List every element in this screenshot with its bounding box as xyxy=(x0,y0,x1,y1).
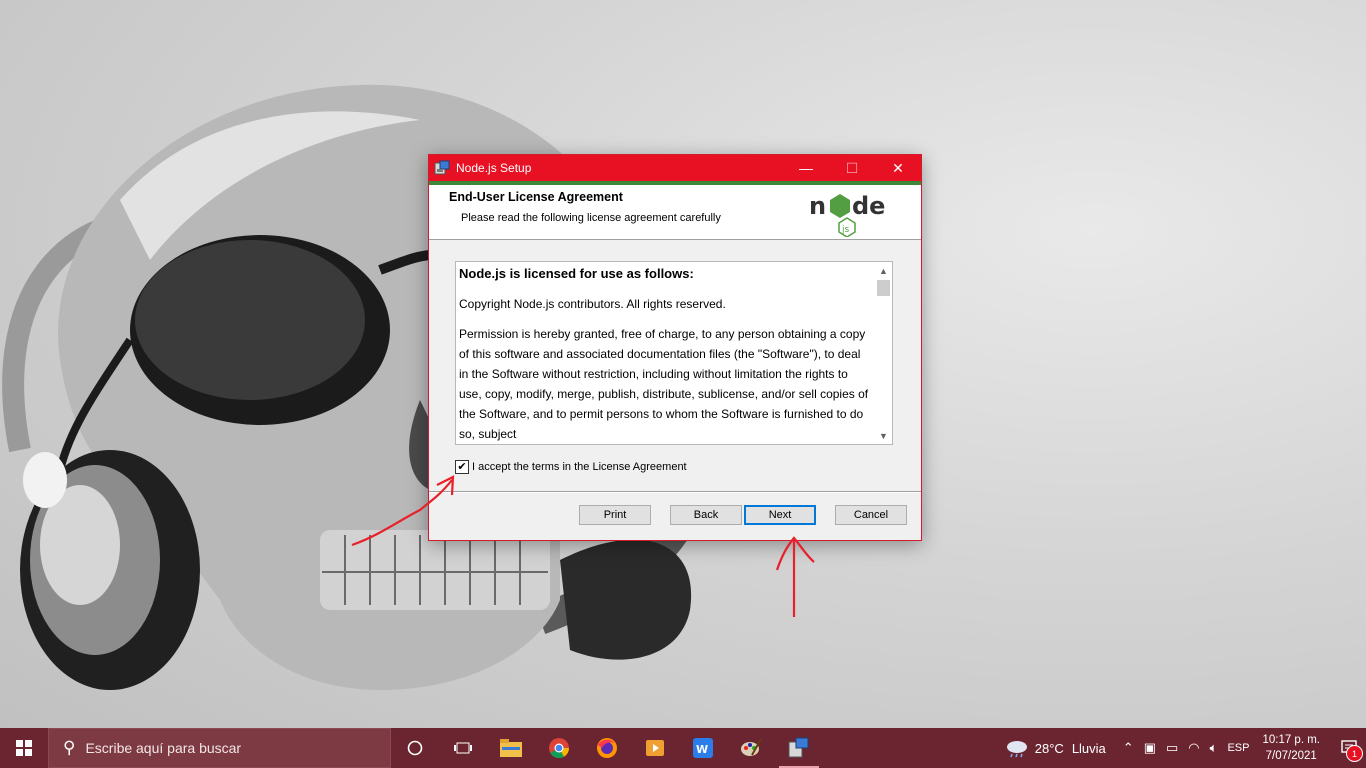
svg-text:W: W xyxy=(696,743,708,756)
cortana-icon[interactable] xyxy=(391,728,439,768)
license-text-box[interactable]: Node.js is licensed for use as follows: … xyxy=(455,261,893,445)
accept-terms-label[interactable]: I accept the terms in the License Agreem… xyxy=(472,461,687,473)
accept-terms-checkbox[interactable]: ✔ xyxy=(455,460,469,474)
back-button[interactable]: Back xyxy=(670,505,742,525)
battery-icon[interactable]: ▭ xyxy=(1166,740,1178,756)
scroll-thumb[interactable] xyxy=(877,280,890,296)
firefox-icon[interactable] xyxy=(583,728,631,768)
chevron-up-icon[interactable]: ⌃ xyxy=(1123,740,1134,756)
scroll-down-icon[interactable]: ▼ xyxy=(875,427,892,444)
window-title: Node.js Setup xyxy=(456,161,532,175)
title-bar[interactable]: Node.js Setup — ☐ ✕ xyxy=(429,155,921,181)
clock-date: 7/07/2021 xyxy=(1265,750,1317,762)
rain-cloud-icon xyxy=(1006,741,1027,758)
dialog-header: End-User License Agreement Please read t… xyxy=(429,185,921,240)
meet-now-icon[interactable]: ▣ xyxy=(1144,740,1156,756)
clock-time: 10:17 p. m. xyxy=(1262,734,1320,746)
weather-text: Lluvia xyxy=(1071,740,1106,756)
start-button[interactable] xyxy=(0,728,48,768)
notification-badge: 1 xyxy=(1346,745,1363,762)
task-view-icon[interactable] xyxy=(439,728,487,768)
license-heading: Node.js is licensed for use as follows: xyxy=(459,266,694,281)
notification-center-button[interactable]: 1 xyxy=(1332,728,1366,768)
svg-text:js: js xyxy=(841,225,850,235)
language-indicator[interactable]: ESP xyxy=(1227,742,1249,754)
nodejs-setup-window: Node.js Setup — ☐ ✕ End-User License Agr… xyxy=(428,154,922,541)
wps-office-icon[interactable]: W xyxy=(679,728,727,768)
scroll-up-icon[interactable]: ▲ xyxy=(875,262,892,279)
search-placeholder: Escribe aquí para buscar xyxy=(85,740,242,756)
svg-text:de: de xyxy=(852,192,885,220)
weather-temp: 28°C xyxy=(1034,740,1064,756)
header-subtitle: Please read the following license agreem… xyxy=(461,212,721,224)
volume-icon[interactable]: 🔈︎ xyxy=(1210,740,1218,756)
license-paragraph: Permission is hereby granted, free of ch… xyxy=(459,327,869,441)
taskbar: ⚲ Escribe aquí para buscar W 28°C Lluvia… xyxy=(0,728,1366,768)
license-scrollbar[interactable]: ▲ ▼ xyxy=(875,262,892,444)
node-js-logo: n de js xyxy=(809,192,885,237)
minimize-button[interactable]: — xyxy=(783,155,829,181)
svg-text:n: n xyxy=(809,192,826,220)
close-button[interactable]: ✕ xyxy=(875,155,921,181)
license-text: Node.js is licensed for use as follows: … xyxy=(459,264,871,444)
weather-widget[interactable]: 28°C Lluvia xyxy=(1005,738,1106,758)
taskbar-search[interactable]: ⚲ Escribe aquí para buscar xyxy=(48,728,391,768)
wifi-icon[interactable]: ◠ xyxy=(1188,740,1199,756)
clock[interactable]: 10:17 p. m. 7/07/2021 xyxy=(1262,732,1320,764)
print-button[interactable]: Print xyxy=(579,505,651,525)
search-icon: ⚲ xyxy=(63,738,76,757)
media-player-icon[interactable] xyxy=(631,728,679,768)
next-button[interactable]: Next xyxy=(744,505,816,525)
paint-icon[interactable] xyxy=(727,728,775,768)
file-explorer-icon[interactable] xyxy=(487,728,535,768)
chrome-icon[interactable] xyxy=(535,728,583,768)
cancel-button[interactable]: Cancel xyxy=(835,505,907,525)
button-separator xyxy=(429,491,921,493)
installer-icon xyxy=(434,160,450,175)
nodejs-setup-icon[interactable] xyxy=(775,728,823,768)
header-title: End-User License Agreement xyxy=(449,190,623,204)
windows-icon xyxy=(16,740,32,756)
license-paragraph: Copyright Node.js contributors. All righ… xyxy=(459,297,726,311)
system-tray: 28°C Lluvia ⌃ ▣ ▭ ◠ 🔈︎ ESP 10:17 p. m. 7… xyxy=(1005,728,1366,768)
maximize-button[interactable]: ☐ xyxy=(829,155,875,181)
accept-terms-row[interactable]: ✔ I accept the terms in the License Agre… xyxy=(455,460,687,474)
